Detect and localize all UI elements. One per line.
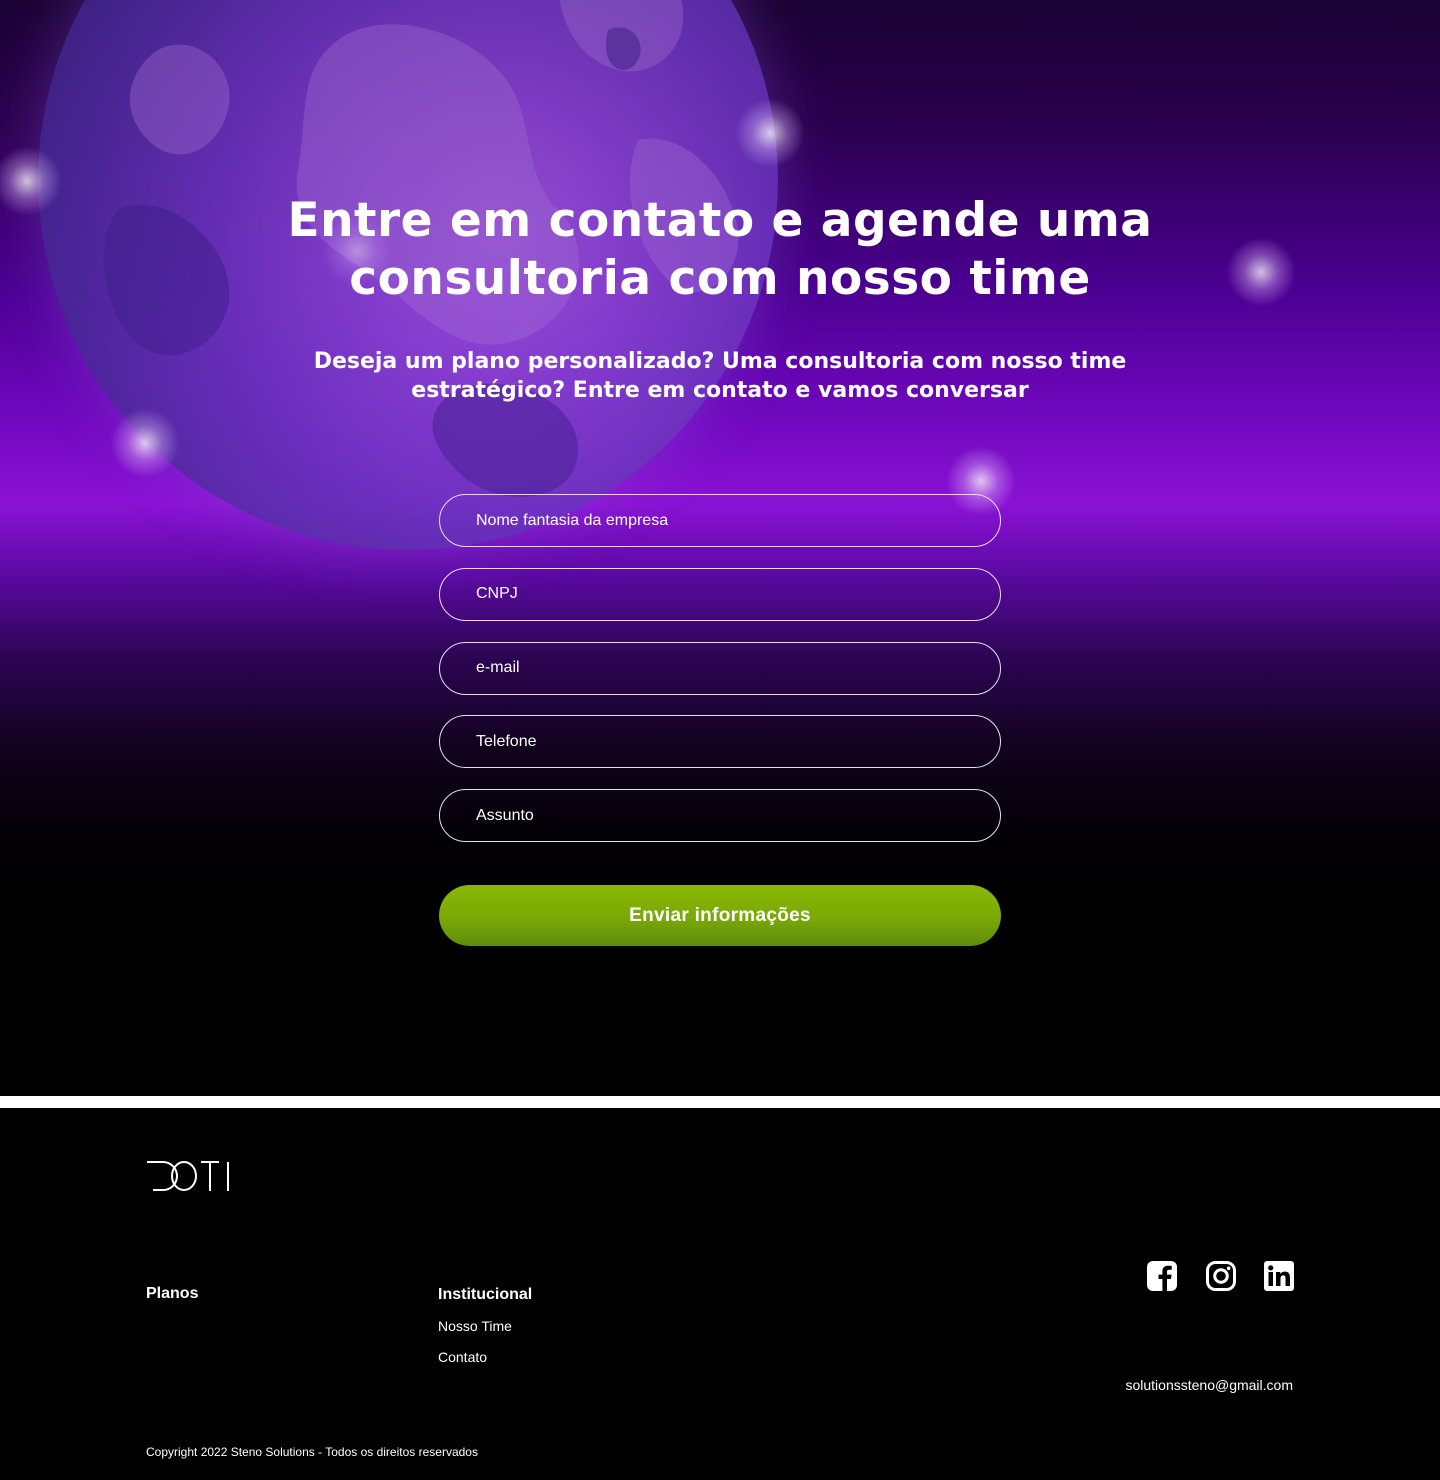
title-line-2: consultoria com nosso time	[349, 251, 1091, 306]
glow-dot	[1226, 237, 1296, 307]
company-name-placeholder: Nome fantasia da empresa	[476, 511, 669, 529]
subject-placeholder: Assunto	[476, 806, 534, 824]
facebook-icon[interactable]	[1146, 1260, 1178, 1292]
footer: Planos Institucional Nosso Time Contato …	[0, 1108, 1440, 1480]
cnpj-field[interactable]: CNPJ	[439, 567, 1001, 621]
page-subtitle: Deseja um plano personalizado? Uma consu…	[280, 347, 1160, 405]
footer-link-team[interactable]: Nosso Time	[438, 1318, 512, 1334]
copyright: Copyright 2022 Steno Solutions - Todos o…	[146, 1445, 478, 1459]
title-line-1: Entre em contato e agende uma	[287, 193, 1153, 248]
phone-placeholder: Telefone	[476, 732, 537, 750]
subtitle-line-2: estratégico? Entre em contato e vamos co…	[411, 378, 1029, 403]
phone-field[interactable]: Telefone	[439, 715, 1001, 769]
footer-link-contact[interactable]: Contato	[438, 1349, 487, 1365]
cnpj-placeholder: CNPJ	[476, 585, 518, 603]
page-title: Entre em contato e agende uma consultori…	[220, 192, 1220, 308]
divider	[0, 1096, 1440, 1108]
company-name-field[interactable]: Nome fantasia da empresa	[439, 494, 1001, 547]
glow-dot	[735, 98, 805, 168]
contact-email[interactable]: solutionssteno@gmail.com	[1080, 1377, 1293, 1393]
email-field[interactable]: e-mail	[439, 641, 1001, 695]
instagram-icon[interactable]	[1205, 1260, 1237, 1292]
hero-section: Entre em contato e agende uma consultori…	[0, 0, 1440, 1096]
footer-col-title-plans[interactable]: Planos	[146, 1285, 198, 1303]
contact-form: Nome fantasia da empresa CNPJ e-mail Tel…	[439, 494, 1001, 863]
footer-col-title-institutional[interactable]: Institucional	[438, 1286, 532, 1304]
glow-dot	[110, 408, 180, 478]
subtitle-line-1: Deseja um plano personalizado? Uma consu…	[313, 349, 1127, 374]
email-placeholder: e-mail	[476, 659, 520, 677]
logo-icon	[147, 1161, 229, 1191]
submit-button[interactable]: Enviar informações	[439, 885, 1001, 946]
subject-field[interactable]: Assunto	[439, 789, 1001, 843]
linkedin-icon[interactable]	[1263, 1260, 1295, 1292]
logo[interactable]	[147, 1160, 231, 1197]
